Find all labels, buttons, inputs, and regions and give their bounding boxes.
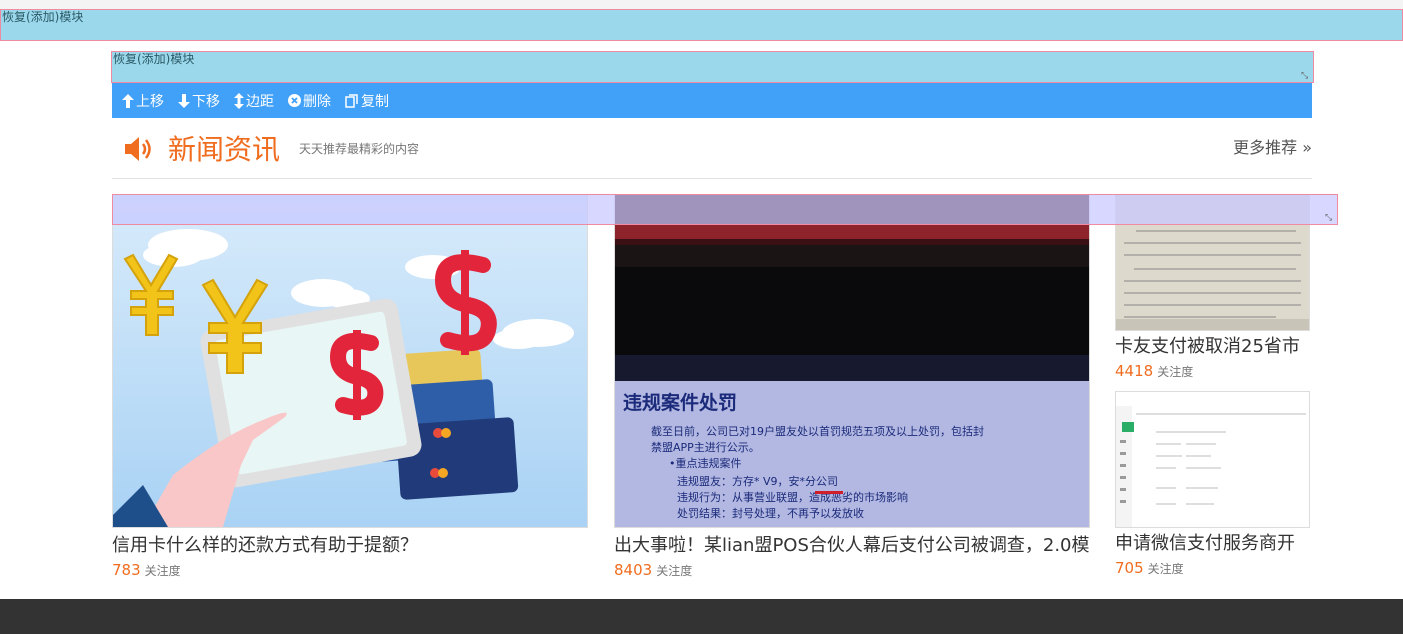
delete-icon	[288, 94, 301, 107]
penalty-line: 截至日前，公司已对19户盟友处以首罚规范五项及以上处罚，包括封	[651, 424, 984, 438]
margin-button[interactable]: 边距	[234, 91, 274, 111]
delete-button[interactable]: 删除	[288, 91, 331, 111]
section-subtitle: 天天推荐最精彩的内容	[299, 142, 420, 156]
copy-icon	[345, 93, 358, 108]
attention-label: 关注度	[1147, 562, 1184, 576]
restore-module-inner-bar[interactable]: 恢复(添加)模块 ⤡	[111, 51, 1314, 83]
penalty-photo: 违规案件处罚 截至日前，公司已对19户盟友处以首罚规范五项及以上处罚，包括封 禁…	[615, 195, 1089, 527]
news-image-pos: 违规案件处罚 截至日前，公司已对19户盟友处以首罚规范五项及以上处罚，包括封 禁…	[614, 194, 1090, 528]
module-selection-overlay[interactable]: ⤡	[112, 194, 1338, 225]
arrow-up-icon	[122, 93, 134, 108]
speaker-icon	[125, 137, 151, 161]
page-footer	[0, 599, 1403, 634]
restore-module-label: 恢复(添加)模块	[2, 10, 84, 24]
wechat-pay-screenshot	[1116, 392, 1309, 527]
attention-count: 4418	[1115, 362, 1154, 380]
news-title: 卡友支付被取消25省市	[1115, 336, 1300, 357]
attention-count: 705	[1115, 559, 1144, 577]
resize-icon[interactable]: ⤡	[1301, 71, 1311, 81]
news-meta: 8403 关注度	[614, 561, 1090, 580]
module-toolbar: 上移 下移 边距 删除 复制	[112, 83, 1312, 118]
news-image-credit	[112, 194, 588, 528]
news-card-credit[interactable]: 信用卡什么样的还款方式有助于提额？ 783 关注度	[112, 194, 588, 580]
credit-card-illustration	[113, 195, 587, 527]
attention-label: 关注度	[144, 564, 181, 578]
news-card-pos[interactable]: 违规案件处罚 截至日前，公司已对19户盟友处以首罚规范五项及以上处罚，包括封 禁…	[614, 194, 1090, 580]
move-up-button[interactable]: 上移	[122, 91, 164, 111]
attention-label: 关注度	[656, 564, 693, 578]
copy-label: 复制	[361, 93, 389, 110]
news-section-header: 新闻资讯 天天推荐最精彩的内容 更多推荐 »	[112, 128, 1312, 179]
restore-module-bar[interactable]: 恢复(添加)模块	[0, 9, 1403, 41]
attention-label: 关注度	[1157, 365, 1194, 379]
news-card-wechat[interactable]: 申请微信支付服务商开 705 关注度	[1115, 391, 1310, 578]
news-image-wechat	[1115, 391, 1310, 528]
delete-label: 删除	[303, 93, 331, 110]
arrow-down-icon	[178, 93, 190, 108]
news-meta: 4418 关注度	[1115, 362, 1310, 381]
penalty-line: 违规盟友：方存* V9，安*分公司	[677, 474, 838, 488]
move-down-label: 下移	[192, 93, 220, 110]
news-meta: 705 关注度	[1115, 559, 1310, 578]
penalty-line: 处罚结果：封号处理，不再予以发放收	[677, 506, 864, 520]
penalty-line: 禁盟APP主进行公示。	[651, 441, 760, 454]
top-strip	[0, 0, 1403, 9]
copy-button[interactable]: 复制	[345, 91, 389, 111]
move-up-label: 上移	[136, 93, 164, 110]
resize-icon[interactable]: ⤡	[1325, 213, 1335, 223]
attention-count: 8403	[614, 561, 653, 579]
penalty-line: •重点违规案件	[669, 456, 742, 470]
move-down-button[interactable]: 下移	[178, 91, 220, 111]
penalty-line: 违规行为：从事营业联盟，造成恶劣的市场影响	[677, 490, 908, 504]
news-title: 出大事啦！某lian盟POS合伙人幕后支付公司被调查，2.0模	[614, 535, 1090, 556]
section-title: 新闻资讯	[168, 133, 281, 166]
vertical-resize-icon	[234, 92, 244, 109]
more-recommend-link[interactable]: 更多推荐 »	[1233, 137, 1312, 159]
penalty-heading: 违规案件处罚	[623, 391, 737, 414]
news-meta: 783 关注度	[112, 561, 588, 580]
restore-module-inner-label: 恢复(添加)模块	[113, 52, 195, 66]
news-title: 信用卡什么样的还款方式有助于提额？	[112, 535, 418, 556]
attention-count: 783	[112, 561, 141, 579]
news-title: 申请微信支付服务商开	[1115, 533, 1295, 554]
margin-label: 边距	[246, 93, 274, 110]
